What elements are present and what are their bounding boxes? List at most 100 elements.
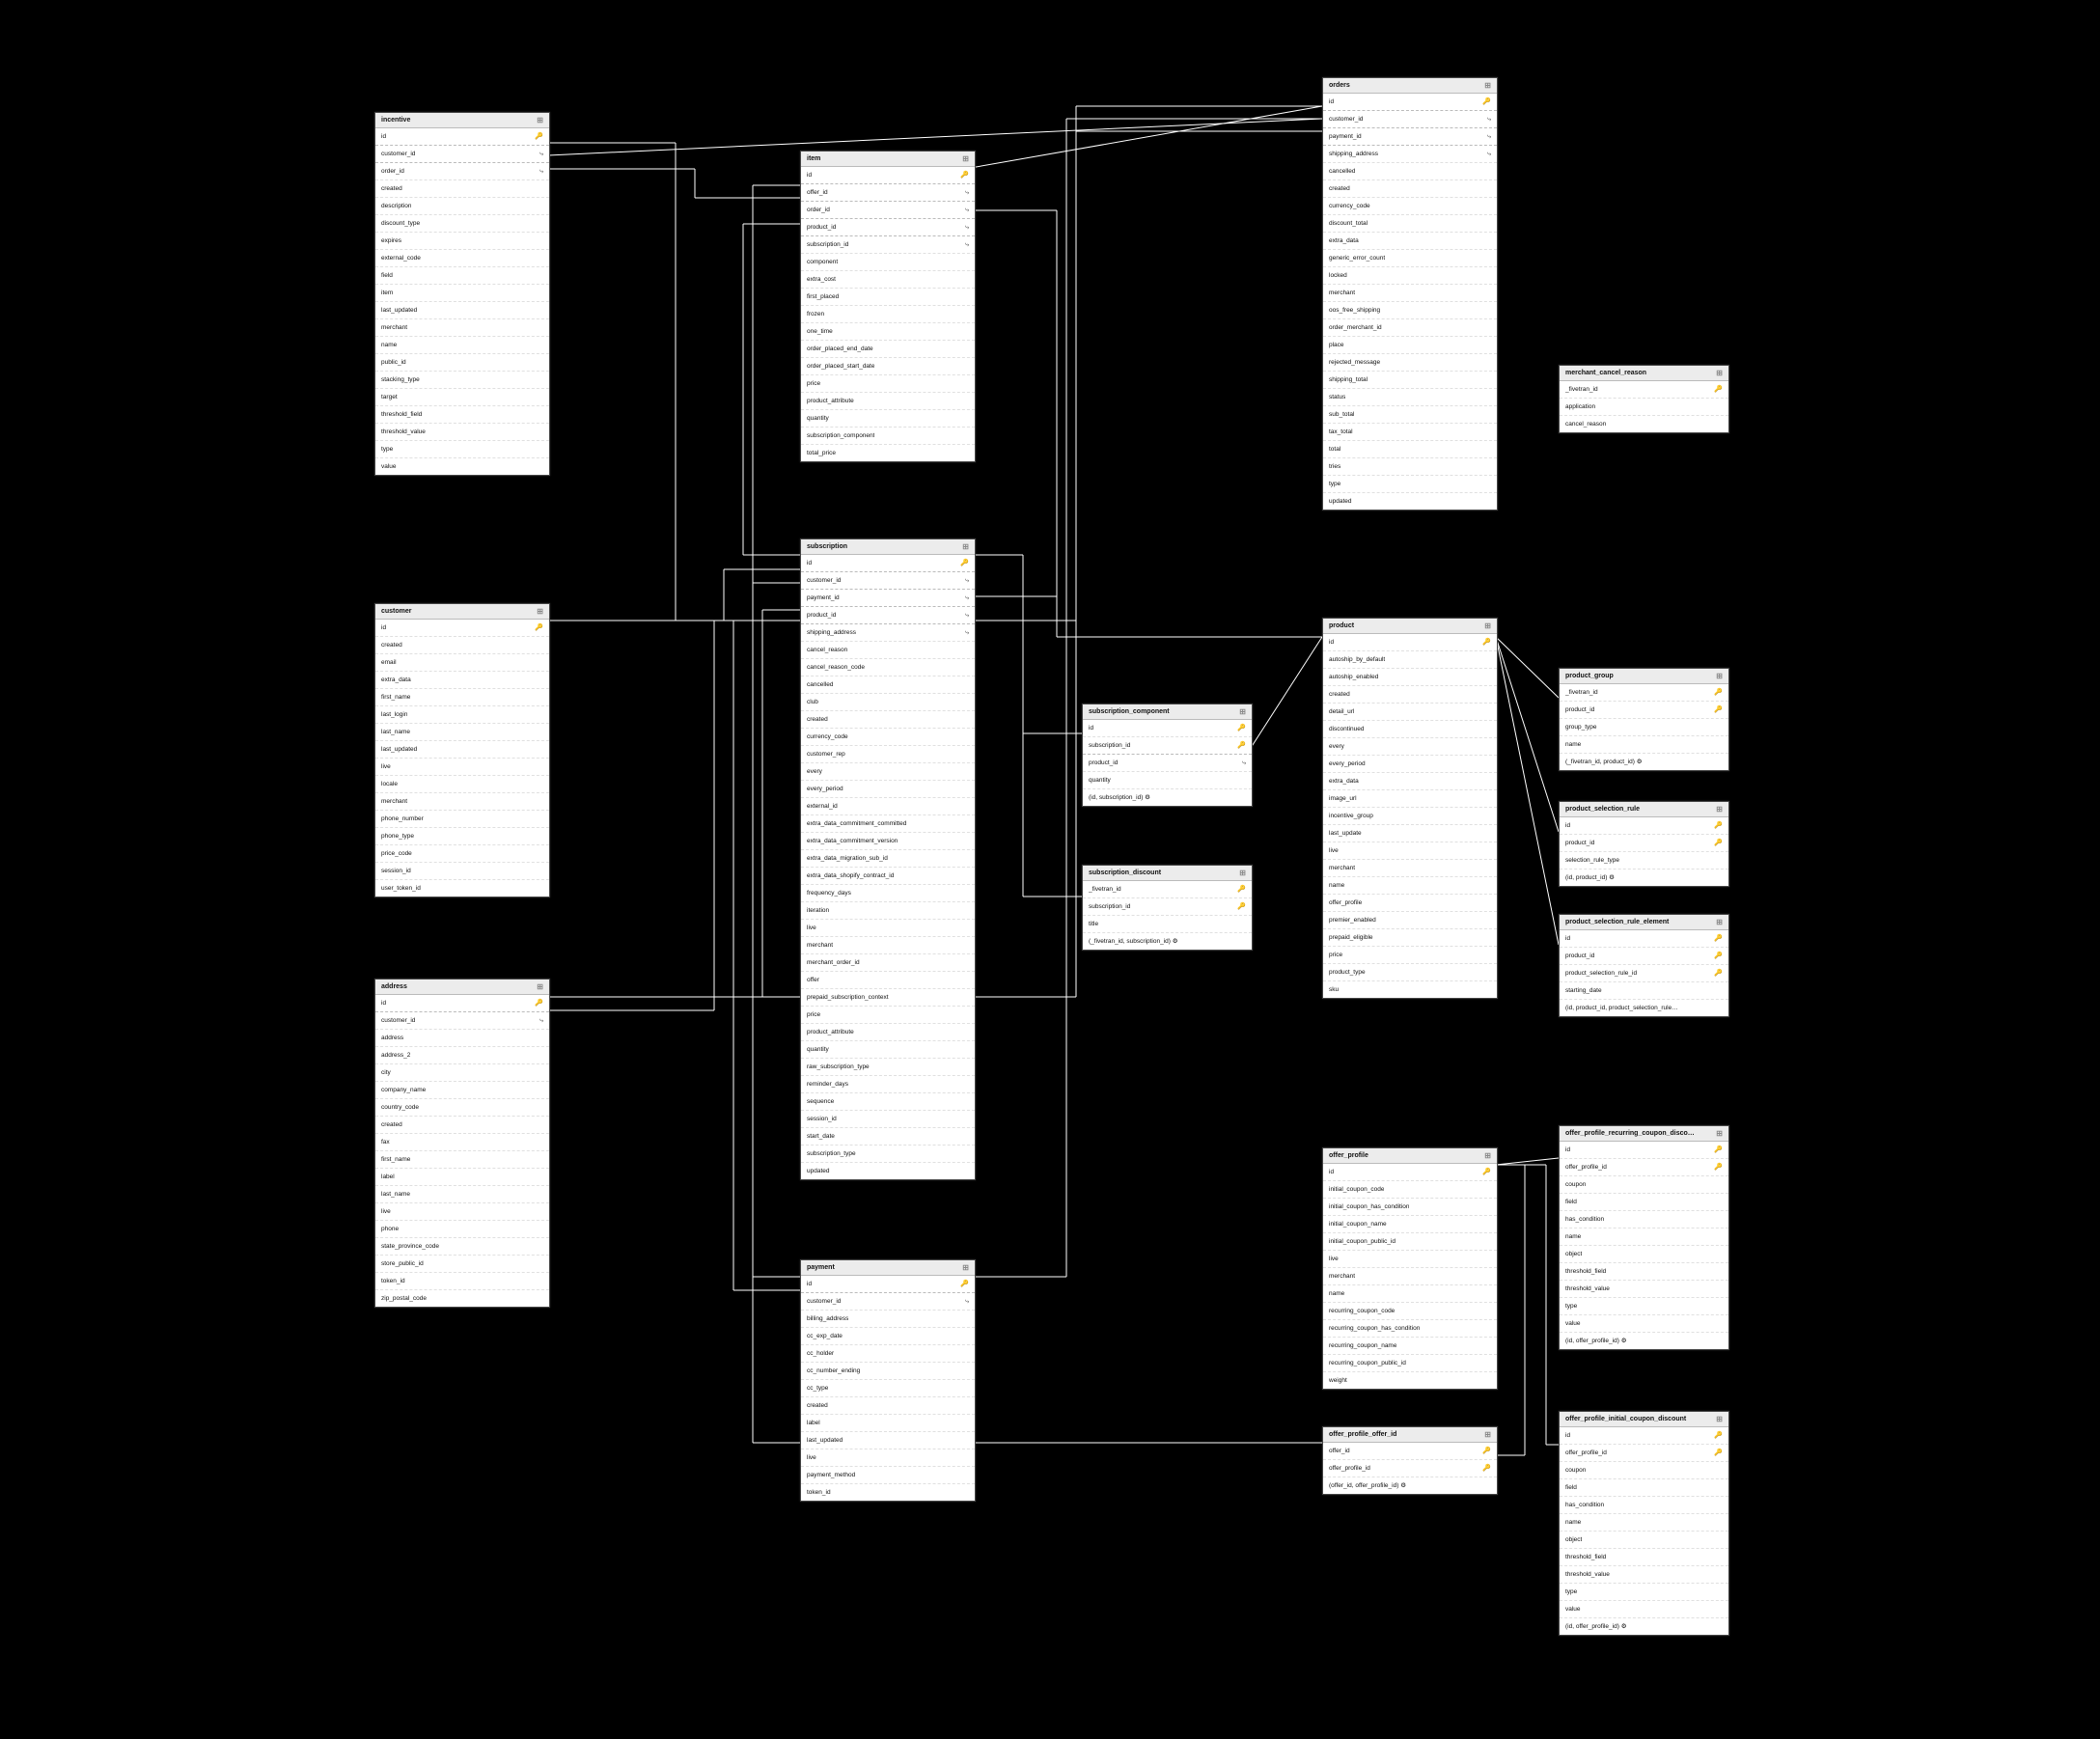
table-incentive[interactable]: incentive⊞id🔑customer_id⤷order_id⤷create…: [374, 112, 550, 476]
column-row[interactable]: first_name: [375, 1150, 549, 1168]
column-row[interactable]: id🔑: [1083, 720, 1252, 736]
column-row[interactable]: name: [1560, 1228, 1728, 1245]
column-row[interactable]: offer: [801, 971, 975, 988]
column-row[interactable]: sku: [1323, 980, 1497, 998]
column-row[interactable]: initial_coupon_has_condition: [1323, 1198, 1497, 1215]
column-row[interactable]: first_placed: [801, 288, 975, 305]
column-row[interactable]: place: [1323, 336, 1497, 353]
column-row[interactable]: id🔑: [375, 995, 549, 1011]
column-row[interactable]: token_id: [375, 1272, 549, 1289]
column-row[interactable]: subscription_type: [801, 1145, 975, 1162]
column-row[interactable]: subscription_id🔑: [1083, 897, 1252, 915]
column-row[interactable]: autoship_enabled: [1323, 668, 1497, 685]
column-row[interactable]: field: [375, 266, 549, 284]
column-row[interactable]: company_name: [375, 1081, 549, 1098]
table-menu-icon[interactable]: ⊞: [1484, 1151, 1491, 1160]
column-row[interactable]: type: [375, 440, 549, 457]
column-row[interactable]: object: [1560, 1245, 1728, 1262]
column-row[interactable]: product_id⤷: [1083, 754, 1252, 771]
column-row[interactable]: image_url: [1323, 789, 1497, 807]
column-row[interactable]: id🔑: [1323, 1164, 1497, 1180]
table-product_selection_rule_element[interactable]: product_selection_rule_element⊞id🔑produc…: [1559, 914, 1729, 1017]
column-row[interactable]: initial_coupon_public_id: [1323, 1232, 1497, 1250]
column-row[interactable]: last_name: [375, 723, 549, 740]
column-row[interactable]: extra_data_shopify_contract_id: [801, 867, 975, 884]
column-row[interactable]: (id, product_id) ⚙: [1560, 869, 1728, 886]
column-row[interactable]: value: [375, 457, 549, 475]
column-row[interactable]: extra_data: [1323, 232, 1497, 249]
column-row[interactable]: field: [1560, 1478, 1728, 1496]
column-row[interactable]: extra_data_migration_sub_id: [801, 849, 975, 867]
column-row[interactable]: selection_rule_type: [1560, 851, 1728, 869]
column-row[interactable]: shipping_address⤷: [801, 623, 975, 641]
column-row[interactable]: incentive_group: [1323, 807, 1497, 824]
column-row[interactable]: id🔑: [1560, 930, 1728, 947]
column-row[interactable]: every_period: [801, 780, 975, 797]
column-row[interactable]: cc_type: [801, 1379, 975, 1396]
column-row[interactable]: component: [801, 253, 975, 270]
column-row[interactable]: price: [801, 374, 975, 392]
column-row[interactable]: subscription_id⤷: [801, 235, 975, 253]
table-menu-icon[interactable]: ⊞: [537, 116, 543, 124]
table-header[interactable]: offer_profile⊞: [1323, 1148, 1497, 1164]
column-row[interactable]: session_id: [375, 862, 549, 879]
column-row[interactable]: merchant: [801, 936, 975, 953]
column-row[interactable]: extra_data_commitment_committed: [801, 814, 975, 832]
column-row[interactable]: created: [375, 1116, 549, 1133]
table-menu-icon[interactable]: ⊞: [962, 542, 969, 551]
column-row[interactable]: last_updated: [375, 301, 549, 318]
column-row[interactable]: payment_id⤷: [801, 589, 975, 606]
column-row[interactable]: product_id⤷: [801, 606, 975, 623]
column-row[interactable]: customer_rep: [801, 745, 975, 762]
column-row[interactable]: order_id⤷: [801, 201, 975, 218]
table-product[interactable]: product⊞id🔑autoship_by_defaultautoship_e…: [1322, 618, 1498, 999]
column-row[interactable]: customer_id⤷: [801, 571, 975, 589]
column-row[interactable]: live: [375, 1202, 549, 1220]
column-row[interactable]: extra_data_commitment_version: [801, 832, 975, 849]
table-menu-icon[interactable]: ⊞: [1484, 1430, 1491, 1439]
table-header[interactable]: orders⊞: [1323, 78, 1497, 94]
table-offer_profile_recurring[interactable]: offer_profile_recurring_coupon_disco…⊞id…: [1559, 1125, 1729, 1350]
column-row[interactable]: offer_profile: [1323, 894, 1497, 911]
column-row[interactable]: expires: [375, 232, 549, 249]
column-row[interactable]: payment_id⤷: [1323, 127, 1497, 145]
table-header[interactable]: product⊞: [1323, 619, 1497, 634]
column-row[interactable]: id🔑: [801, 555, 975, 571]
column-row[interactable]: customer_id⤷: [375, 145, 549, 162]
column-row[interactable]: address_2: [375, 1046, 549, 1063]
column-row[interactable]: created: [1323, 685, 1497, 703]
table-header[interactable]: subscription⊞: [801, 539, 975, 555]
column-row[interactable]: total_price: [801, 444, 975, 461]
column-row[interactable]: discontinued: [1323, 720, 1497, 737]
column-row[interactable]: offer_id🔑: [1323, 1443, 1497, 1459]
column-row[interactable]: threshold_field: [1560, 1548, 1728, 1565]
table-header[interactable]: address⊞: [375, 980, 549, 995]
column-row[interactable]: cc_number_ending: [801, 1362, 975, 1379]
column-row[interactable]: prepaid_subscription_context: [801, 988, 975, 1006]
column-row[interactable]: name: [1323, 876, 1497, 894]
column-row[interactable]: external_id: [801, 797, 975, 814]
column-row[interactable]: email: [375, 653, 549, 671]
column-row[interactable]: phone_type: [375, 827, 549, 844]
column-row[interactable]: order_id⤷: [375, 162, 549, 179]
column-row[interactable]: coupon: [1560, 1175, 1728, 1193]
table-merchant_cancel_reason[interactable]: merchant_cancel_reason⊞_fivetran_id🔑appl…: [1559, 365, 1729, 433]
column-row[interactable]: currency_code: [801, 728, 975, 745]
table-menu-icon[interactable]: ⊞: [1716, 1129, 1723, 1138]
table-address[interactable]: address⊞id🔑customer_id⤷addressaddress_2c…: [374, 979, 550, 1308]
column-row[interactable]: fax: [375, 1133, 549, 1150]
column-row[interactable]: created: [375, 636, 549, 653]
column-row[interactable]: last_name: [375, 1185, 549, 1202]
column-row[interactable]: zip_postal_code: [375, 1289, 549, 1307]
table-subscription[interactable]: subscription⊞id🔑customer_id⤷payment_id⤷p…: [800, 538, 976, 1180]
table-orders[interactable]: orders⊞id🔑customer_id⤷payment_id⤷shippin…: [1322, 77, 1498, 511]
table-menu-icon[interactable]: ⊞: [1716, 918, 1723, 926]
column-row[interactable]: locale: [375, 775, 549, 792]
column-row[interactable]: order_merchant_id: [1323, 318, 1497, 336]
column-row[interactable]: tax_total: [1323, 423, 1497, 440]
table-menu-icon[interactable]: ⊞: [1484, 81, 1491, 90]
column-row[interactable]: (offer_id, offer_profile_id) ⚙: [1323, 1477, 1497, 1494]
column-row[interactable]: product_id⤷: [801, 218, 975, 235]
column-row[interactable]: subscription_id🔑: [1083, 736, 1252, 754]
column-row[interactable]: initial_coupon_code: [1323, 1180, 1497, 1198]
